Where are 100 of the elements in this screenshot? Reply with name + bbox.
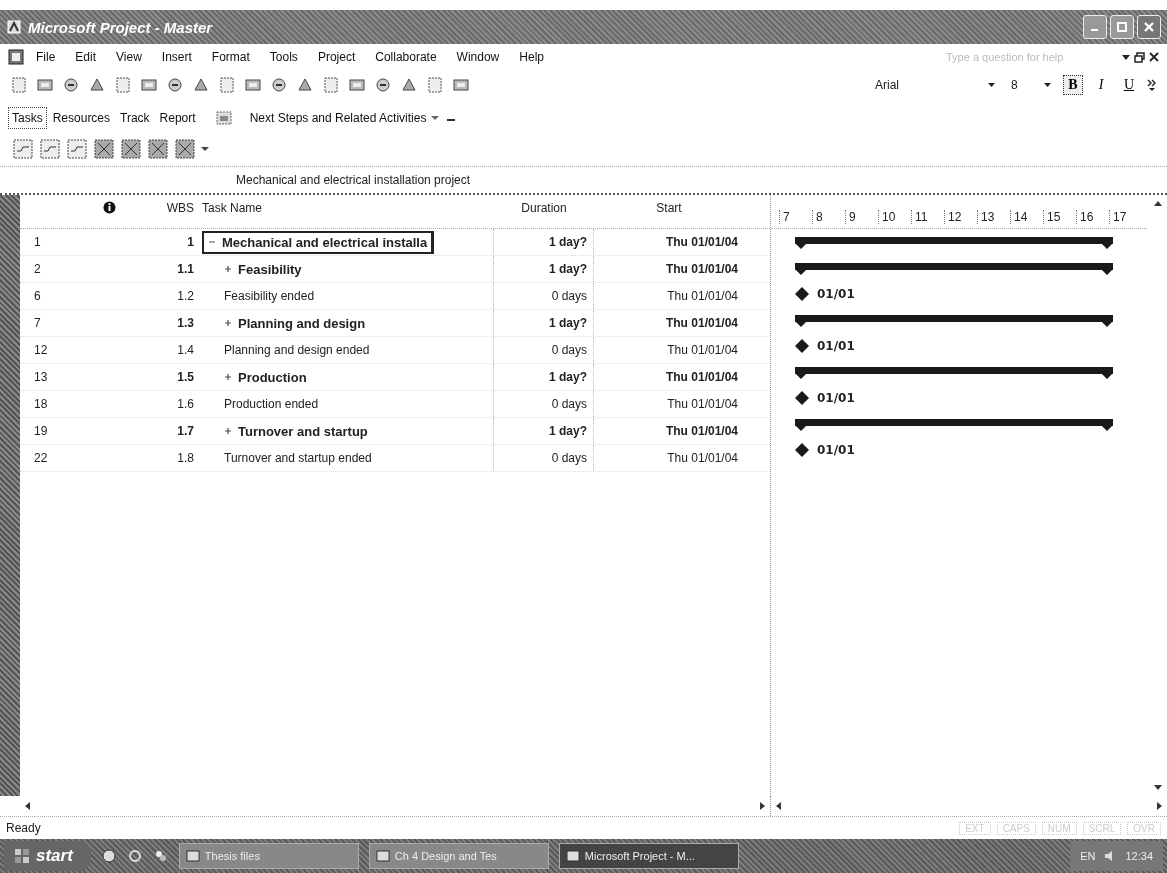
menu-item[interactable]: Collaborate	[367, 48, 445, 66]
table-cell: 0 days	[494, 391, 594, 417]
windows-flag-icon[interactable]	[14, 848, 30, 864]
minimize-button[interactable]	[1083, 15, 1107, 39]
font-dropdown[interactable]: Arial	[871, 76, 999, 94]
table-cell: 1 day?	[494, 229, 594, 255]
row-number[interactable]: 7	[20, 316, 74, 330]
format-button[interactable]: U	[1119, 75, 1139, 95]
task-name-cell[interactable]: Feasibility ended	[218, 285, 321, 307]
table-cell-text: 1.5	[176, 370, 194, 384]
task-name-cell[interactable]: Feasibility	[218, 257, 308, 281]
task-name-cell[interactable]: Turnover and startup ended	[218, 447, 378, 469]
summary-bar[interactable]	[795, 315, 1113, 329]
table-cell-text: Thu 01/01/04	[664, 423, 739, 440]
menu-item[interactable]: Help	[511, 48, 552, 66]
scroll-left-icon[interactable]	[24, 801, 32, 811]
expand-icon[interactable]	[224, 373, 232, 381]
restore-icon[interactable]	[1134, 51, 1145, 63]
milestone-icon[interactable]	[795, 443, 809, 457]
column-header[interactable]: Duration	[494, 201, 594, 215]
bar-label: 01/01	[817, 443, 855, 457]
overflow-icon[interactable]	[1147, 78, 1157, 92]
language-indicator[interactable]: EN	[1080, 850, 1096, 862]
table-cell-text: 1.4	[176, 343, 194, 357]
view-tab[interactable]: Report	[155, 107, 200, 129]
summary-bar[interactable]	[795, 419, 1113, 433]
next-steps-dropdown[interactable]: Next Steps and Related Activities	[243, 110, 446, 126]
view-tab[interactable]: Track	[116, 107, 154, 129]
format-button[interactable]: I	[1091, 75, 1111, 95]
menu-item[interactable]: Window	[448, 48, 508, 66]
milestone-icon[interactable]	[795, 339, 809, 353]
menu-item[interactable]: Edit	[67, 48, 105, 66]
table-cell-text: 1.3	[176, 316, 194, 330]
scroll-right-icon[interactable]	[758, 801, 766, 811]
calendar-icon[interactable]	[215, 111, 232, 125]
task-name-cell[interactable]: Planning and design	[218, 311, 372, 335]
window-icon[interactable]	[185, 849, 200, 863]
scroll-left-icon[interactable]	[775, 801, 783, 811]
close-icon[interactable]	[1149, 52, 1159, 62]
table-cell: 1 day?	[494, 418, 594, 444]
summary-bar[interactable]	[795, 237, 1113, 251]
table-cell-text: Thu 01/01/04	[666, 450, 739, 467]
menu-item[interactable]: Tools	[261, 48, 306, 66]
app-icon	[6, 19, 22, 35]
dropdown-icon[interactable]	[988, 82, 995, 88]
dropdown-icon[interactable]	[201, 146, 209, 152]
close-button[interactable]	[1137, 15, 1161, 39]
row-number[interactable]: 19	[20, 424, 74, 438]
timescale-label: 7	[779, 210, 812, 224]
scroll-up-icon[interactable]	[1153, 199, 1163, 207]
dropdown-icon[interactable]	[1044, 82, 1051, 88]
summary-bar[interactable]	[795, 367, 1113, 381]
bar-label: 01/01	[817, 287, 855, 301]
table-cell-text: Thu 01/01/04	[664, 234, 739, 251]
row-number[interactable]: 6	[20, 289, 74, 303]
expand-icon[interactable]	[224, 427, 232, 435]
task-name-cell[interactable]: Planning and design ended	[218, 339, 376, 361]
media-icon[interactable]	[126, 848, 143, 864]
maximize-button[interactable]	[1110, 15, 1134, 39]
table-cell-text: Thu 01/01/04	[666, 342, 739, 359]
row-number[interactable]: 22	[20, 451, 74, 465]
milestone-icon[interactable]	[795, 391, 809, 405]
expand-icon[interactable]	[224, 265, 232, 273]
menu-item[interactable]: File	[28, 48, 64, 66]
format-button[interactable]: B	[1063, 75, 1083, 95]
expand-icon[interactable]	[224, 319, 232, 327]
row-number[interactable]: 12	[20, 343, 74, 357]
task-name-cell[interactable]: Mechanical and electrical installa	[202, 230, 435, 254]
document-icon[interactable]	[8, 49, 24, 65]
taskbar-button[interactable]: Microsoft Project - M...	[558, 843, 739, 869]
row-number[interactable]: 13	[20, 370, 74, 384]
menu-item[interactable]: Insert	[153, 48, 200, 66]
row-number[interactable]: 1	[20, 235, 74, 249]
scroll-down-icon[interactable]	[1153, 784, 1163, 792]
dropdown-icon[interactable]	[1122, 53, 1130, 61]
column-header[interactable]: Task Name	[194, 201, 494, 215]
column-header[interactable]: Start	[594, 201, 744, 215]
browser-icon[interactable]	[100, 848, 117, 864]
row-number[interactable]: 2	[20, 262, 74, 276]
bar-label: 01/01	[817, 391, 855, 405]
milestone-icon[interactable]	[795, 287, 809, 301]
view-tab[interactable]: Tasks	[8, 107, 47, 129]
summary-bar[interactable]	[795, 263, 1113, 277]
column-header[interactable]: WBS	[144, 201, 194, 215]
start-button[interactable]: start	[4, 841, 91, 871]
menu-item[interactable]: Format	[203, 48, 258, 66]
project-title: Mechanical and electrical installation project	[236, 173, 471, 187]
window-icon[interactable]	[375, 849, 390, 863]
window-icon[interactable]	[565, 849, 580, 863]
menu-item[interactable]: View	[108, 48, 150, 66]
font-size-dropdown[interactable]: 8	[1007, 76, 1055, 94]
task-name-cell[interactable]: Turnover and startup	[218, 419, 374, 443]
scroll-right-icon[interactable]	[1155, 801, 1163, 811]
view-tab[interactable]: Resources	[48, 107, 115, 129]
maximize-icon[interactable]	[1116, 21, 1128, 33]
timescale-label: 17	[1109, 210, 1142, 224]
menu-item[interactable]: Project	[309, 48, 364, 66]
task-name-cell[interactable]: Production	[218, 365, 313, 389]
task-name-cell[interactable]: Production ended	[218, 393, 325, 415]
row-number[interactable]: 18	[20, 397, 74, 411]
